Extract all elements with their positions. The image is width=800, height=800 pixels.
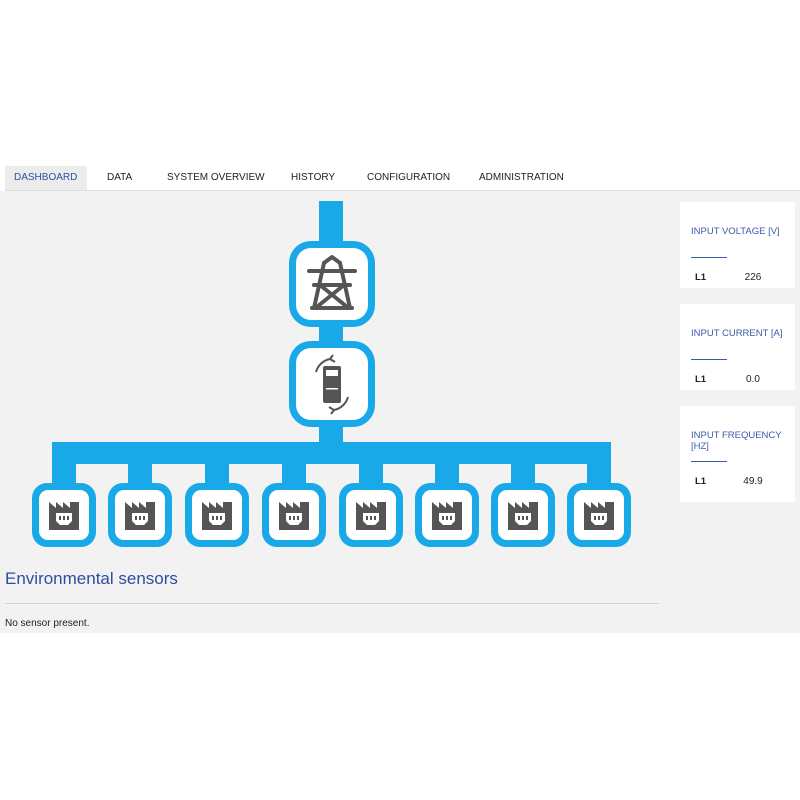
outlet-node[interactable] [415, 483, 479, 547]
outlet-icon [584, 502, 614, 530]
tab-history[interactable]: HISTORY [291, 166, 335, 190]
outlet-node[interactable] [32, 483, 96, 547]
outlet-icon [202, 502, 232, 530]
power-flow-diagram [32, 201, 631, 547]
outlet-node[interactable] [339, 483, 403, 547]
tab-dashboard[interactable]: DASHBOARD [5, 166, 88, 190]
input-voltage-card: INPUT VOLTAGE [V] L1 226 [680, 202, 795, 288]
input-frequency-card: INPUT FREQUENCY [HZ] L1 49.9 [680, 406, 795, 502]
outlet-node[interactable] [491, 483, 555, 547]
outlet-node[interactable] [567, 483, 631, 547]
outlet-icon [279, 502, 309, 530]
card-title: INPUT CURRENT [A] [691, 328, 783, 339]
outlet-icon [356, 502, 386, 530]
card-value: 226 [744, 272, 762, 283]
tab-system-overview[interactable]: SYSTEM OVERVIEW [167, 166, 265, 190]
outlet-row [32, 483, 631, 547]
input-current-card: INPUT CURRENT [A] L1 0.0 [680, 304, 795, 390]
card-underline [691, 461, 727, 462]
outlet-icon [508, 502, 538, 530]
outlet-icon [125, 502, 155, 530]
tab-administration[interactable]: ADMINISTRATION [479, 166, 564, 190]
outlet-node[interactable] [185, 483, 249, 547]
card-title: INPUT FREQUENCY [HZ] [691, 430, 782, 452]
tab-configuration[interactable]: CONFIGURATION [367, 166, 450, 190]
dashboard-content: Environmental sensors No sensor present.… [0, 191, 800, 633]
card-phase-label: L1 [695, 476, 707, 487]
outlet-icon [432, 502, 462, 530]
tab-data[interactable]: DATA [107, 166, 132, 190]
section-divider [5, 603, 659, 604]
outlet-node[interactable] [108, 483, 172, 547]
main-nav: DASHBOARD DATA SYSTEM OVERVIEW HISTORY C… [5, 166, 800, 191]
environmental-sensors-title: Environmental sensors [5, 569, 178, 588]
card-phase-label: L1 [695, 374, 707, 385]
card-phase-label: L1 [695, 272, 707, 283]
card-underline [691, 257, 727, 258]
card-title: INPUT VOLTAGE [V] [691, 226, 780, 237]
card-value: 49.9 [743, 476, 763, 487]
ups-device-node[interactable] [289, 341, 375, 427]
power-source-node[interactable] [289, 241, 375, 327]
no-sensor-message: No sensor present. [5, 618, 90, 629]
card-underline [691, 359, 727, 360]
outlet-icon [49, 502, 79, 530]
card-value: 0.0 [746, 374, 760, 385]
outlet-node[interactable] [262, 483, 326, 547]
